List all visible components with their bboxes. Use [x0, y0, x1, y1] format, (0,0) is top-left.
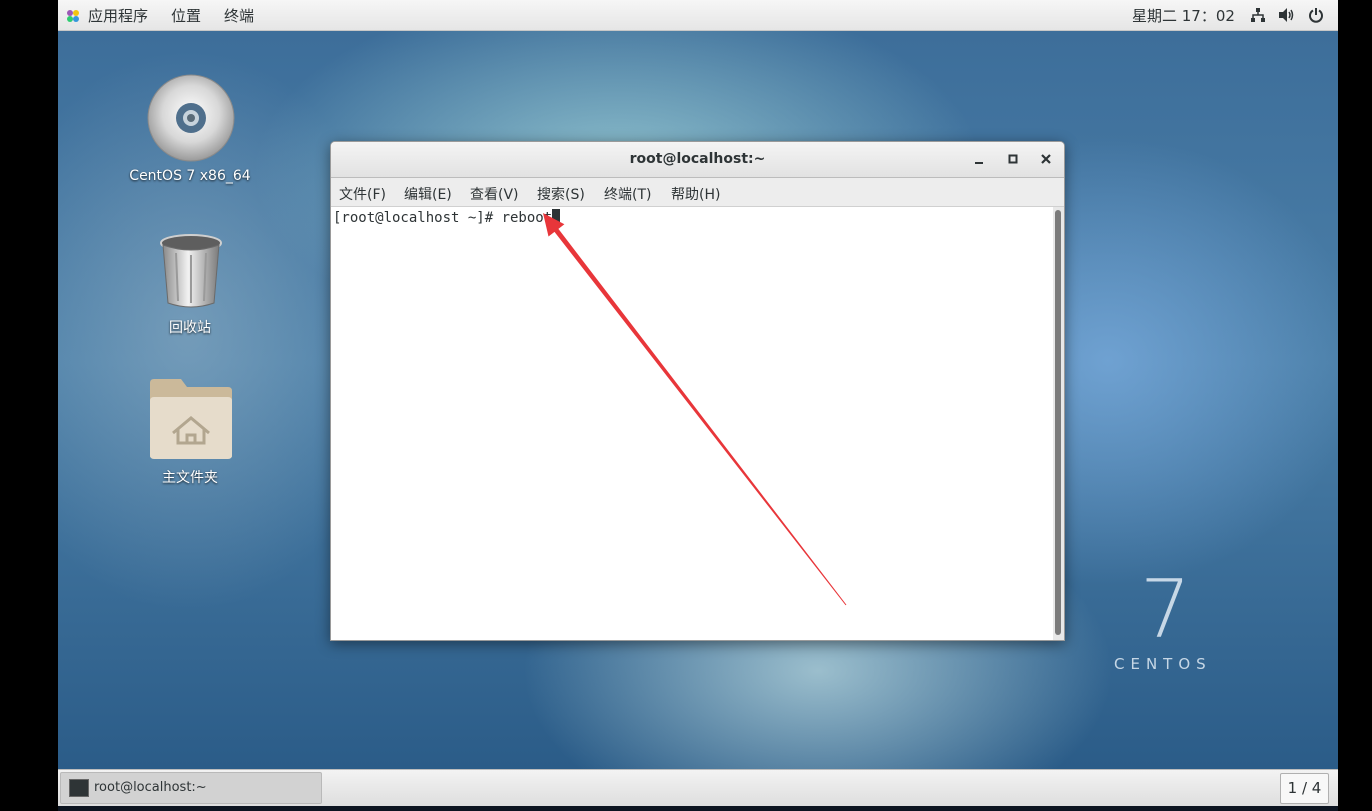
network-icon[interactable] [1250, 7, 1266, 23]
scrollbar-thumb[interactable] [1055, 210, 1061, 635]
text-cursor [552, 209, 561, 225]
desktop-icon-label: 回收站 [169, 320, 211, 336]
menu-edit[interactable]: 编辑(E) [404, 184, 452, 204]
top-panel: 应用程序 位置 终端 星期二 17：02 [58, 0, 1338, 31]
close-button[interactable] [1036, 150, 1056, 170]
taskbar-window-button[interactable]: root@localhost:~ [60, 772, 322, 804]
terminal-title: root@localhost:~ [629, 151, 766, 167]
minimize-icon [975, 162, 983, 164]
menu-file[interactable]: 文件(F) [339, 184, 386, 204]
terminal-scrollbar[interactable] [1053, 207, 1064, 640]
power-icon[interactable] [1308, 7, 1324, 23]
minimize-button[interactable] [969, 150, 989, 170]
applications-icon[interactable] [66, 9, 80, 23]
terminal-menubar: 文件(F) 编辑(E) 查看(V) 搜索(S) 终端(T) 帮助(H) [331, 178, 1064, 207]
terminal-menu[interactable]: 终端 [224, 5, 254, 26]
terminal-titlebar[interactable]: root@localhost:~ [331, 142, 1064, 178]
close-icon [1041, 154, 1051, 164]
menu-view[interactable]: 查看(V) [470, 184, 519, 204]
terminal-content[interactable]: [root@localhost ~]# reboot [331, 207, 1053, 640]
menu-terminal[interactable]: 终端(T) [604, 184, 651, 204]
desktop-icon-label: CentOS 7 x86_64 [129, 168, 251, 184]
desktop-icon-trash[interactable]: 回收站 [120, 231, 260, 341]
taskbar-window-label: root@localhost:~ [94, 780, 207, 795]
workspace-switcher[interactable]: 1 / 4 [1280, 773, 1329, 804]
clock[interactable]: 星期二 17：02 [1132, 5, 1235, 26]
command-line: [root@localhost ~]# reboot [333, 209, 561, 226]
desktop: CentOS 7 x86_64 回收站 主文件夹 7 CENTOS root@l… [58, 31, 1338, 769]
home-folder-icon [150, 379, 232, 459]
cd-disc-icon [147, 74, 235, 162]
volume-icon[interactable] [1278, 7, 1296, 23]
command-prompt-text: [root@localhost ~]# reboot [333, 210, 553, 226]
maximize-icon [1008, 154, 1018, 164]
centos-logo-word: CENTOS [1114, 655, 1212, 673]
trash-icon [160, 234, 222, 308]
desktop-icon-home[interactable]: 主文件夹 [120, 377, 260, 492]
centos-logo-number: 7 [1140, 563, 1191, 656]
places-menu[interactable]: 位置 [171, 5, 201, 26]
applications-menu[interactable]: 应用程序 [88, 5, 148, 26]
screen: 应用程序 位置 终端 星期二 17：02 CentOS 7 x86_64 回收站… [58, 0, 1338, 811]
maximize-button[interactable] [1003, 150, 1023, 170]
menu-search[interactable]: 搜索(S) [537, 184, 585, 204]
terminal-icon [69, 779, 89, 797]
menu-help[interactable]: 帮助(H) [671, 184, 720, 204]
bottom-panel: root@localhost:~ 1 / 4 [58, 769, 1338, 806]
terminal-window[interactable]: root@localhost:~ 文件(F) 编辑(E) 查看(V) 搜索(S)… [330, 141, 1065, 641]
desktop-icon-cdrom[interactable]: CentOS 7 x86_64 [120, 73, 260, 193]
desktop-icon-label: 主文件夹 [162, 470, 218, 486]
